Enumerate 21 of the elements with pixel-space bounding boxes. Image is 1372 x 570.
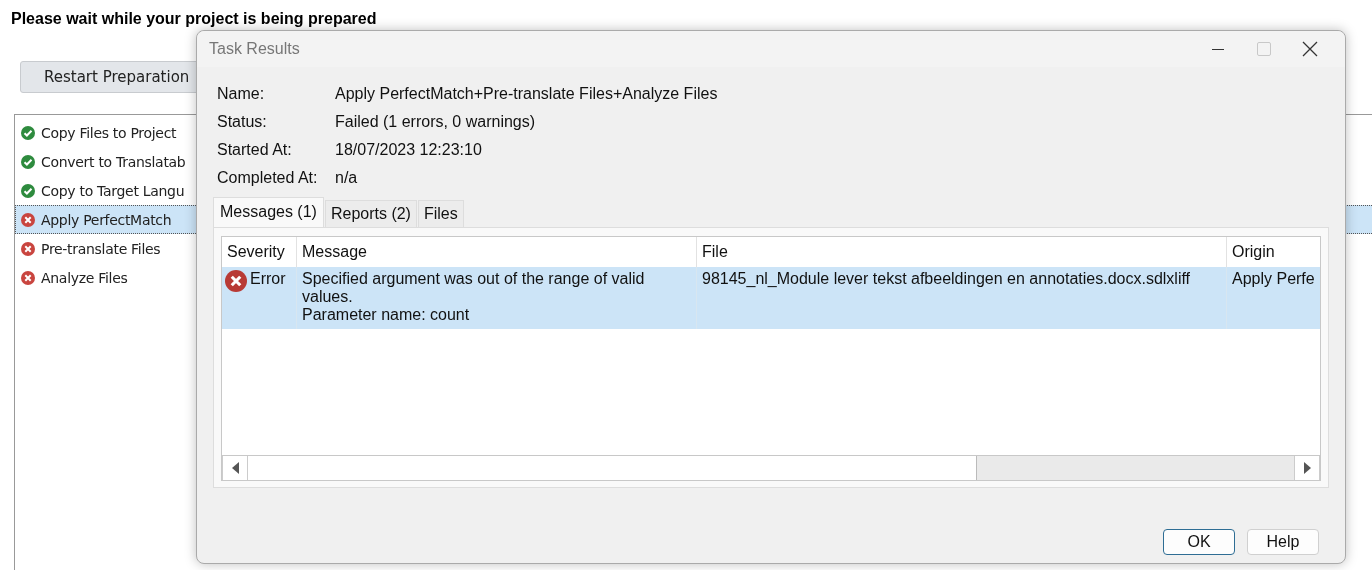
task-label: Convert to Translatab [41, 153, 186, 170]
field-label: Started At: [217, 141, 293, 159]
task-label: Pre-translate Files [41, 240, 161, 257]
task-label: Copy Files to Project [41, 124, 177, 141]
field-label: Completed At: [217, 169, 319, 187]
field-value: Apply PerfectMatch+Pre-translate Files+Analyze Files [335, 85, 719, 103]
window-title: Task Results [209, 40, 301, 58]
message-line: Parameter name: count [302, 306, 471, 324]
field-label: Status: [217, 113, 268, 131]
message-line: Specified argument was out of the range of valid values. [302, 270, 646, 306]
field-value: 18/07/2023 12:23:10 [335, 141, 483, 159]
page-heading: Please wait while your project is being prepared [10, 9, 378, 29]
field-value: Failed (1 errors, 0 warnings) [335, 113, 537, 131]
table-cell: Apply Perfe [1227, 267, 1320, 329]
field-label: Name: [217, 85, 266, 103]
severity-text: Error [250, 270, 286, 288]
task-label: Copy to Target Langu [41, 182, 185, 199]
field-value: n/a [335, 169, 359, 187]
table-cell: 98145_nl_Module lever tekst afbeeldingen en annotaties.docx.sdlxliff [697, 267, 1227, 329]
task-label: Analyze Files [41, 269, 128, 286]
task-label: Apply PerfectMatch [41, 211, 172, 228]
